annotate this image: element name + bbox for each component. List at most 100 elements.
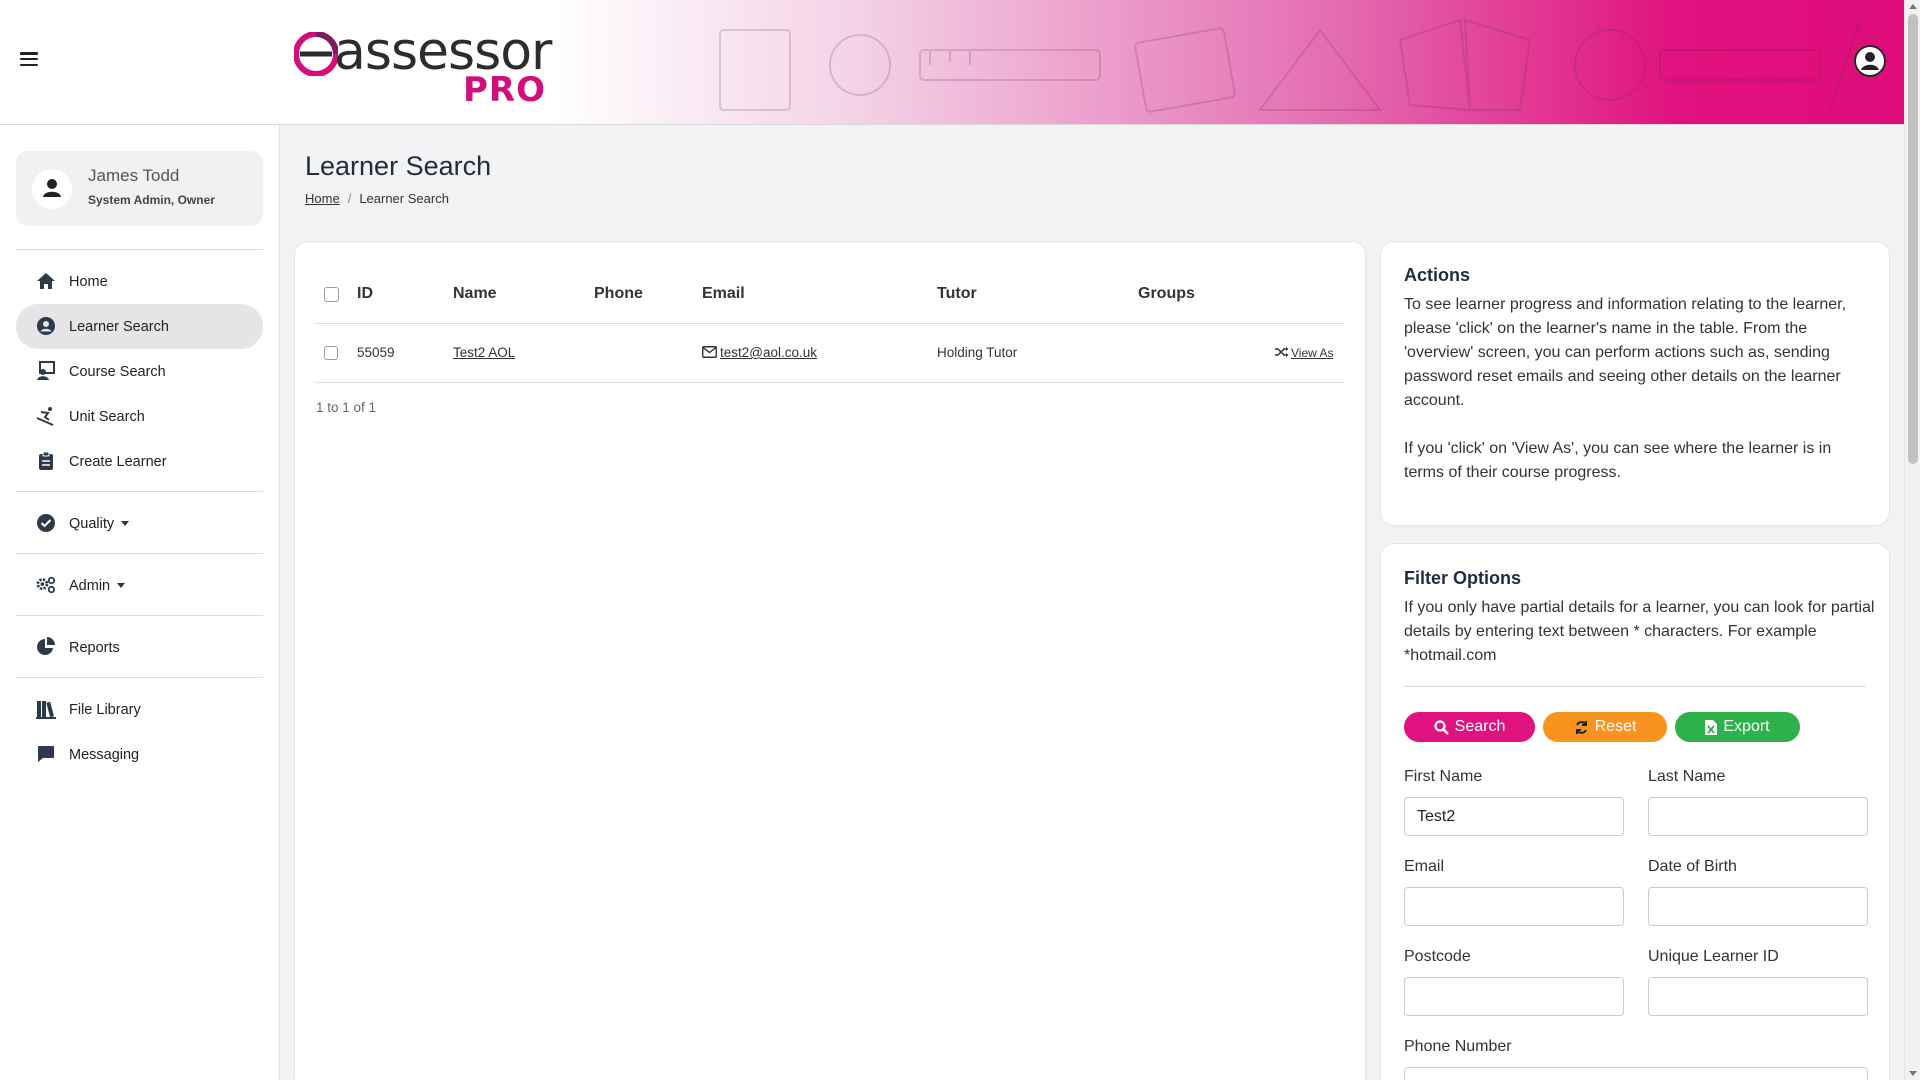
- dob-label: Date of Birth: [1648, 858, 1737, 875]
- actions-card: Actions To see learner progress and info…: [1380, 241, 1890, 526]
- reset-button[interactable]: Reset: [1543, 712, 1667, 742]
- scroll-thumb[interactable]: [1908, 14, 1918, 464]
- home-icon: [37, 273, 55, 289]
- filter-divider: [1404, 686, 1866, 687]
- sidebar-item-quality[interactable]: Quality: [16, 501, 263, 546]
- learner-name-link[interactable]: Test2 AOL: [453, 345, 515, 360]
- user-icon: [43, 179, 61, 197]
- sidebar-item-admin[interactable]: Admin: [16, 563, 263, 608]
- postcode-label: Postcode: [1404, 948, 1471, 965]
- header-doodles: [719, 18, 1861, 113]
- sidebar-item-home[interactable]: Home: [16, 259, 263, 304]
- sidebar-item-label: Home: [69, 273, 108, 290]
- sidebar-item-learner-search[interactable]: Learner Search: [16, 304, 263, 349]
- reset-button-label: Reset: [1594, 718, 1637, 735]
- user-role: System Admin, Owner: [88, 193, 215, 207]
- comment-icon: [38, 746, 54, 762]
- last-name-label: Last Name: [1648, 768, 1726, 785]
- top-header: assessor PRO: [0, 0, 1904, 125]
- breadcrumb-current: Learner Search: [359, 191, 449, 206]
- sidebar-item-label: Messaging: [69, 746, 140, 763]
- column-header-name[interactable]: Name: [453, 285, 497, 303]
- sidebar-item-file-library[interactable]: File Library: [16, 687, 263, 732]
- export-button-label: Export: [1723, 718, 1770, 735]
- shuffle-icon: [1275, 347, 1289, 357]
- cogs-icon: [36, 576, 56, 594]
- sidebar-item-messaging[interactable]: Messaging: [16, 732, 263, 777]
- row-tutor: Holding Tutor: [937, 345, 1018, 360]
- phone-number-input[interactable]: [1404, 1067, 1868, 1080]
- scroll-up-arrow[interactable]: [1909, 4, 1917, 9]
- user-account-icon[interactable]: [1854, 45, 1886, 77]
- sidebar-item-label: Admin: [69, 578, 126, 594]
- books-icon: [36, 701, 56, 719]
- app-logo[interactable]: assessor PRO: [294, 26, 554, 110]
- sidebar-item-course-search[interactable]: Course Search: [16, 349, 263, 394]
- select-all-checkbox[interactable]: [324, 287, 339, 302]
- chevron-down-icon: [121, 521, 130, 527]
- breadcrumb-separator: /: [347, 191, 352, 206]
- uln-label: Unique Learner ID: [1648, 948, 1779, 965]
- row-email-cell: test2@aol.co.uk: [702, 345, 817, 360]
- scroll-down-arrow[interactable]: [1909, 1071, 1917, 1076]
- email-label: Email: [1404, 858, 1445, 875]
- row-name-cell: Test2 AOL: [453, 345, 515, 360]
- last-name-input[interactable]: [1648, 797, 1868, 836]
- column-header-phone[interactable]: Phone: [594, 285, 643, 303]
- page-title: Learner Search: [305, 151, 492, 181]
- sidebar-divider: [16, 249, 263, 250]
- skiing-icon: [36, 407, 54, 426]
- file-excel-icon: [1705, 719, 1718, 735]
- sidebar-item-create-learner[interactable]: Create Learner: [16, 439, 263, 484]
- chevron-down-icon: [117, 583, 126, 589]
- menu-toggle-icon[interactable]: [20, 52, 38, 66]
- search-icon: [1434, 719, 1449, 735]
- table-row-divider: [315, 382, 1345, 383]
- check-circle-icon: [37, 514, 55, 532]
- search-button-label: Search: [1454, 718, 1506, 735]
- profile-card[interactable]: James Todd System Admin, Owner: [16, 151, 263, 226]
- sidebar-item-unit-search[interactable]: Unit Search: [16, 394, 263, 439]
- logo-e-mark: [294, 32, 338, 76]
- filter-options-card: Filter Options If you only have partial …: [1380, 543, 1890, 1080]
- sidebar-divider: [16, 491, 263, 492]
- learner-email-link[interactable]: test2@aol.co.uk: [720, 345, 817, 360]
- export-button[interactable]: Export: [1675, 712, 1800, 742]
- column-header-groups[interactable]: Groups: [1138, 285, 1195, 303]
- clipboard-icon: [39, 451, 53, 470]
- sidebar-item-label: Learner Search: [69, 318, 169, 335]
- row-checkbox[interactable]: [324, 346, 338, 360]
- uln-input[interactable]: [1648, 977, 1868, 1016]
- search-button[interactable]: Search: [1404, 712, 1535, 742]
- first-name-label: First Name: [1404, 768, 1483, 785]
- page-scrollbar[interactable]: [1904, 0, 1920, 1080]
- sidebar-item-label: Quality: [69, 516, 130, 532]
- refresh-icon: [1575, 720, 1587, 734]
- table-header-divider: [315, 323, 1345, 324]
- postcode-input[interactable]: [1404, 977, 1624, 1016]
- sidebar-item-label: Unit Search: [69, 408, 145, 425]
- sidebar-item-label: File Library: [69, 701, 141, 718]
- sidebar-item-label: Create Learner: [69, 453, 167, 470]
- column-header-id[interactable]: ID: [357, 285, 373, 303]
- learner-table-card: ID Name Phone Email Tutor Groups 55059 T…: [294, 241, 1366, 1080]
- email-input[interactable]: [1404, 887, 1624, 926]
- view-as-link[interactable]: View As: [1275, 346, 1333, 360]
- sidebar-divider: [16, 677, 263, 678]
- breadcrumb-home-link[interactable]: Home: [305, 191, 340, 206]
- pagination-summary: 1 to 1 of 1: [316, 400, 377, 415]
- sidebar-divider: [16, 615, 263, 616]
- chalkboard-teacher-icon: [37, 361, 55, 380]
- envelope-icon: [702, 346, 717, 358]
- sidebar-item-reports[interactable]: Reports: [16, 625, 263, 670]
- actions-text-1: To see learner progress and information …: [1404, 296, 1847, 409]
- actions-title: Actions: [1404, 265, 1471, 285]
- view-as-label: View As: [1291, 346, 1334, 360]
- column-header-tutor[interactable]: Tutor: [937, 285, 977, 303]
- logo-pro-text: PRO: [462, 70, 546, 110]
- user-name: James Todd: [88, 166, 180, 185]
- avatar: [32, 169, 72, 209]
- first-name-input[interactable]: [1404, 797, 1624, 836]
- column-header-email[interactable]: Email: [702, 285, 745, 303]
- dob-input[interactable]: [1648, 887, 1868, 926]
